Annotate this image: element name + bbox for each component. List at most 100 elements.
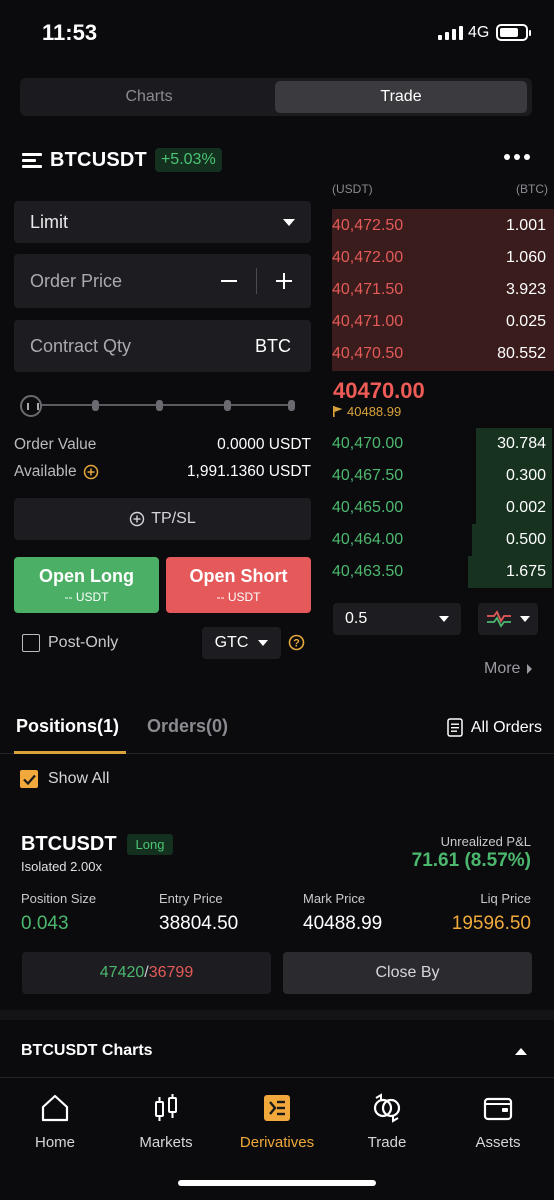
position-size-value: 0.043 (21, 913, 69, 934)
mark-price: 40488.99 (347, 404, 402, 419)
pair-selector[interactable]: BTCUSDT +5.03% (22, 146, 222, 174)
position-size-label: Position Size (21, 891, 97, 906)
order-value-label: Order Value (14, 436, 97, 453)
slider-stop[interactable] (288, 400, 295, 411)
orderbook-view-select[interactable] (478, 603, 538, 635)
battery-icon (496, 24, 531, 41)
nav-trade-label: Trade (367, 1134, 407, 1151)
tpsl-label: TP/SL (151, 510, 196, 527)
tab-positions[interactable]: Positions(1) (16, 716, 119, 737)
entry-price-label: Entry Price (159, 891, 223, 906)
bid-row[interactable]: 40,464.00 0.500 (332, 524, 552, 556)
open-long-amount: -- USDT (64, 590, 109, 604)
slider-stop[interactable] (92, 400, 99, 411)
show-all-checkbox[interactable] (20, 770, 38, 788)
nav-trade[interactable]: Trade (332, 1088, 442, 1151)
increase-price-button[interactable] (257, 254, 311, 308)
show-all-label: Show All (48, 770, 110, 787)
take-profit-value: 47420 (99, 964, 145, 981)
slider-handle[interactable] (20, 395, 42, 417)
close-by-label: Close By (375, 964, 440, 981)
add-funds-icon[interactable] (83, 464, 99, 480)
open-long-button[interactable]: Open Long -- USDT (14, 557, 159, 613)
stop-loss-value: 36799 (148, 964, 194, 981)
post-only-option[interactable]: Post-Only (22, 634, 118, 652)
signal-icon (438, 26, 463, 40)
order-price-field[interactable]: Order Price (14, 254, 311, 308)
all-orders-label: All Orders (470, 718, 542, 736)
entry-price-value: 38804.50 (159, 913, 239, 934)
bid-row[interactable]: 40,463.50 1.675 (332, 556, 552, 588)
tab-charts[interactable]: Charts (23, 81, 275, 113)
qty-unit: BTC (255, 335, 291, 356)
positions-orders-tabs: Positions(1) Orders(0) All Orders (0, 702, 554, 754)
more-link[interactable]: More (484, 660, 533, 678)
more-label: More (484, 660, 521, 677)
orderbook-price-header: (USDT) (332, 182, 373, 196)
ask-row[interactable]: 40,472.00 1.060 (332, 242, 552, 274)
mark-price-row: 40488.99 (333, 404, 401, 419)
nav-derivatives[interactable]: Derivatives (222, 1088, 332, 1151)
ask-row[interactable]: 40,470.50 80.552 (332, 338, 552, 370)
bid-row[interactable]: 40,470.00 30.784 (332, 428, 552, 460)
tpsl-button[interactable]: TP/SL (14, 498, 311, 540)
home-indicator (178, 1180, 376, 1186)
slider-stop[interactable] (224, 400, 231, 411)
status-bar: 11:53 4G (0, 0, 554, 64)
order-type-select[interactable]: Limit (14, 201, 311, 243)
bid-row[interactable]: 40,465.00 0.002 (332, 492, 552, 524)
more-options-icon[interactable] (504, 154, 530, 160)
charts-section-header[interactable]: BTCUSDT Charts (0, 1020, 554, 1078)
available-row: Available 1,991.1360 USDT (14, 463, 311, 481)
network-label: 4G (468, 24, 490, 41)
show-all-option[interactable]: Show All (20, 770, 109, 788)
wallet-icon (483, 1097, 513, 1121)
tab-trade[interactable]: Trade (275, 81, 527, 113)
chevron-down-icon (520, 616, 530, 622)
position-header: BTCUSDT Long (21, 833, 174, 856)
status-time: 11:53 (42, 20, 98, 45)
nav-home[interactable]: Home (0, 1088, 110, 1151)
position-side-badge: Long (126, 834, 174, 855)
orderbook-qty-header: (BTC) (516, 182, 548, 196)
depth-step-select[interactable]: 0.5 (333, 603, 461, 635)
time-in-force-select[interactable]: GTC (202, 627, 281, 659)
mark-price-label: Mark Price (303, 891, 366, 906)
charts-section-title: BTCUSDT Charts (21, 1042, 153, 1059)
nav-assets[interactable]: Assets (443, 1088, 553, 1151)
slider-stop[interactable] (156, 400, 163, 411)
order-value-row: Order Value 0.0000 USDT (14, 436, 311, 454)
nav-markets[interactable]: Markets (111, 1088, 221, 1151)
close-by-button[interactable]: Close By (283, 952, 532, 994)
chevron-right-icon (527, 664, 533, 674)
view-segment-control: Charts Trade (20, 78, 532, 116)
chevron-down-icon (258, 640, 269, 646)
ask-row[interactable]: 40,471.50 3.923 (332, 274, 552, 306)
tpsl-position-button[interactable]: 47420 / 36799 (22, 952, 271, 994)
qty-slider[interactable] (20, 395, 300, 417)
liq-price-value: 19596.50 (451, 913, 531, 934)
position-symbol: BTCUSDT (21, 833, 117, 855)
trade-icon (373, 1093, 401, 1123)
order-value: 0.0000 USDT (217, 436, 311, 453)
tab-orders[interactable]: Orders(0) (147, 716, 228, 737)
ask-row[interactable]: 40,471.00 0.025 (332, 306, 552, 338)
all-orders-button[interactable]: All Orders (447, 718, 542, 737)
open-long-label: Open Long (39, 566, 134, 586)
flag-icon (333, 406, 343, 417)
margin-mode: Isolated 2.00x (21, 859, 102, 874)
ask-row[interactable]: 40,472.50 1.001 (332, 210, 552, 242)
contract-qty-field[interactable]: Contract Qty BTC (14, 320, 311, 372)
bid-row[interactable]: 40,467.50 0.300 (332, 460, 552, 492)
liq-price-label: Liq Price (480, 891, 531, 906)
home-icon (41, 1094, 69, 1122)
decrease-price-button[interactable] (202, 254, 256, 308)
time-in-force-value: GTC (214, 634, 249, 651)
help-icon[interactable]: ? (288, 634, 305, 651)
post-only-checkbox[interactable] (22, 634, 40, 652)
upnl-value: 71.61 (8.57%) (411, 850, 531, 871)
derivatives-icon (264, 1095, 290, 1121)
nav-home-label: Home (34, 1134, 75, 1151)
depth-step-value: 0.5 (345, 610, 368, 627)
open-short-button[interactable]: Open Short -- USDT (166, 557, 311, 613)
